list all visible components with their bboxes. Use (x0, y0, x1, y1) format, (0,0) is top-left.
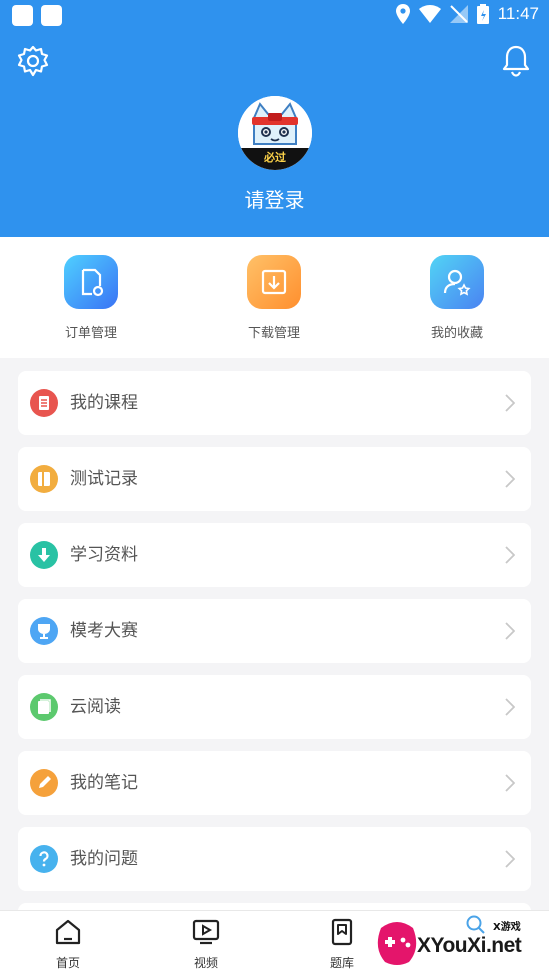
bell-icon (502, 45, 530, 77)
pencil-icon (30, 769, 58, 797)
menu-item-label: 我的问题 (70, 849, 138, 869)
watermark-logo: X游戏 XYouXi.net (371, 910, 549, 976)
menu-item-label: 模考大赛 (70, 621, 138, 641)
chevron-right-icon (505, 850, 515, 868)
menu-item-label: 云阅读 (70, 697, 121, 717)
menu-item-study-materials[interactable]: 学习资料 (18, 523, 531, 587)
menu-item-my-notes[interactable]: 我的笔记 (18, 751, 531, 815)
search-icon (466, 915, 485, 934)
tab-home-label: 首页 (55, 956, 80, 970)
bottom-nav: 首页 视频 题库 X游戏 XYouXi.net (0, 910, 549, 976)
order-management-label: 订单管理 (64, 326, 117, 341)
battery-icon (476, 4, 489, 24)
my-favorites-button[interactable]: 我的收藏 (407, 255, 507, 341)
status-bar: 11:47 (0, 0, 549, 30)
menu-item-mock-exam[interactable]: 模考大赛 (18, 599, 531, 663)
question-bank-icon (331, 918, 353, 946)
tab-video-label: 视频 (193, 956, 218, 970)
notification-icon (41, 5, 62, 26)
watermark-small-text: X游戏 (493, 922, 521, 933)
avatar-badge: 必过 (264, 151, 286, 164)
test-record-icon (30, 465, 58, 493)
status-time: 11:47 (497, 4, 539, 23)
notification-button[interactable] (501, 44, 531, 78)
login-link[interactable]: 请登录 (0, 184, 549, 213)
tab-question-bank[interactable]: 题库 (302, 917, 382, 971)
menu-item-label: 我的笔记 (70, 773, 138, 793)
tab-home[interactable]: 首页 (28, 917, 108, 971)
order-management-button[interactable]: 订单管理 (41, 255, 141, 341)
watermark-text: XYouXi.net (417, 934, 522, 957)
course-icon (30, 389, 58, 417)
download-management-label: 下载管理 (247, 326, 300, 341)
menu-item-my-courses[interactable]: 我的课程 (18, 371, 531, 435)
tab-question-bank-label: 题库 (329, 956, 354, 970)
favorite-user-icon (430, 255, 484, 309)
chevron-right-icon (505, 394, 515, 412)
menu-item-label: 我的课程 (70, 393, 138, 413)
chevron-right-icon (505, 470, 515, 488)
tab-video[interactable]: 视频 (166, 917, 246, 971)
my-favorites-label: 我的收藏 (430, 326, 483, 341)
gear-icon (17, 45, 49, 77)
avatar[interactable]: 必过 (238, 96, 312, 170)
book-icon (30, 693, 58, 721)
trophy-icon (30, 617, 58, 645)
menu-item-label: 学习资料 (70, 545, 138, 565)
chevron-right-icon (505, 622, 515, 640)
chevron-right-icon (505, 698, 515, 716)
location-icon (395, 4, 410, 24)
order-settings-icon (64, 255, 118, 309)
chevron-right-icon (505, 774, 515, 792)
menu-item-my-questions[interactable]: 我的问题 (18, 827, 531, 891)
download-icon (247, 255, 301, 309)
video-icon (192, 919, 220, 945)
menu-item-test-records[interactable]: 测试记录 (18, 447, 531, 511)
quick-actions: 订单管理 下载管理 我的收藏 (0, 237, 549, 358)
settings-button[interactable] (16, 44, 50, 78)
download-material-icon (30, 541, 58, 569)
question-icon (30, 845, 58, 873)
no-signal-icon (449, 5, 468, 23)
wifi-icon (418, 5, 441, 23)
notification-icon (12, 5, 33, 26)
chevron-right-icon (505, 546, 515, 564)
home-icon (55, 919, 81, 945)
gamepad-logo-icon (377, 922, 417, 965)
profile-header: 必过 请登录 (0, 30, 549, 237)
menu-item-label: 测试记录 (70, 469, 138, 489)
download-management-button[interactable]: 下载管理 (224, 255, 324, 341)
menu-item-cloud-reading[interactable]: 云阅读 (18, 675, 531, 739)
